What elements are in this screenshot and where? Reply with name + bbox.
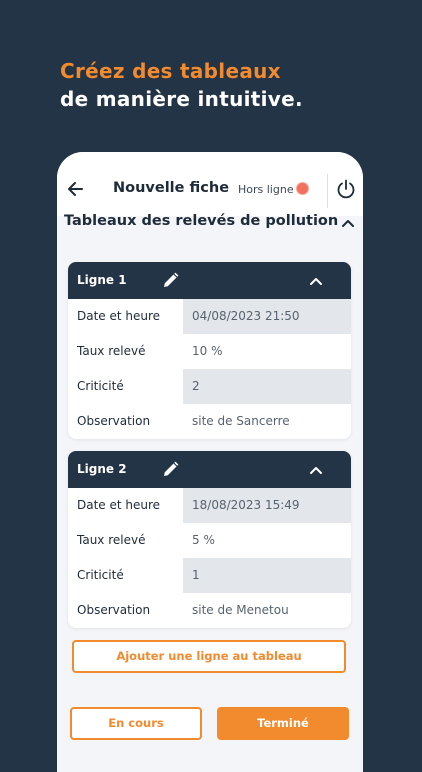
field-label: Criticité bbox=[77, 568, 124, 582]
rate-field[interactable]: 5 % bbox=[183, 523, 351, 558]
table-row: Date et heure 18/08/2023 15:49 bbox=[68, 488, 351, 523]
field-label: Criticité bbox=[77, 379, 124, 393]
table-row: Date et heure 04/08/2023 21:50 bbox=[68, 299, 351, 334]
field-label: Observation bbox=[77, 603, 151, 617]
date-time-field[interactable]: 04/08/2023 21:50 bbox=[183, 299, 351, 334]
table-row: Taux relevé 5 % bbox=[68, 523, 351, 558]
section-title: Tableaux des relevés de pollution bbox=[64, 213, 339, 229]
power-icon[interactable] bbox=[335, 178, 357, 200]
criticality-field[interactable]: 1 bbox=[183, 558, 351, 593]
table-row-card-1: Ligne 1 Date et heure 04/08/2023 21:50 T… bbox=[68, 262, 351, 439]
card-title: Ligne 1 bbox=[77, 273, 127, 287]
field-label: Taux relevé bbox=[77, 533, 146, 547]
offline-label: Hors ligne bbox=[238, 183, 294, 196]
arrow-back-icon[interactable] bbox=[65, 177, 85, 201]
page-title: Nouvelle fiche bbox=[113, 180, 230, 196]
card-header: Ligne 2 bbox=[68, 451, 351, 488]
add-row-button[interactable]: Ajouter une ligne au tableau bbox=[72, 640, 346, 673]
field-label: Date et heure bbox=[77, 498, 161, 512]
phone-screen: Nouvelle fiche Hors ligne Tableaux des r… bbox=[57, 152, 363, 772]
observation-field[interactable]: site de Sancerre bbox=[183, 404, 351, 439]
card-header: Ligne 1 bbox=[68, 262, 351, 299]
marketing-headline: Créez des tableaux de manière intuitive. bbox=[60, 57, 303, 113]
chevron-up-icon[interactable] bbox=[309, 465, 323, 475]
table-row: Criticité 1 bbox=[68, 558, 351, 593]
pencil-icon[interactable] bbox=[162, 272, 179, 289]
app-bar: Nouvelle fiche Hors ligne bbox=[57, 152, 363, 216]
field-label: Taux relevé bbox=[77, 344, 146, 358]
field-label: Date et heure bbox=[77, 309, 161, 323]
field-label: Observation bbox=[77, 414, 151, 428]
in-progress-button[interactable]: En cours bbox=[70, 707, 202, 740]
done-button[interactable]: Terminé bbox=[217, 707, 349, 740]
headline-line-2: de manière intuitive. bbox=[60, 87, 303, 111]
chevron-up-icon[interactable] bbox=[309, 276, 323, 286]
table-row: Taux relevé 10 % bbox=[68, 334, 351, 369]
table-row: Observation site de Sancerre bbox=[68, 404, 351, 439]
status-dot-icon bbox=[296, 182, 309, 195]
chevron-up-icon[interactable] bbox=[341, 218, 355, 228]
card-title: Ligne 2 bbox=[77, 462, 127, 476]
observation-field[interactable]: site de Menetou bbox=[183, 593, 351, 628]
table-row: Criticité 2 bbox=[68, 369, 351, 404]
criticality-field[interactable]: 2 bbox=[183, 369, 351, 404]
rate-field[interactable]: 10 % bbox=[183, 334, 351, 369]
table-row-card-2: Ligne 2 Date et heure 18/08/2023 15:49 T… bbox=[68, 451, 351, 628]
headline-line-1: Créez des tableaux bbox=[60, 59, 281, 83]
table-row: Observation site de Menetou bbox=[68, 593, 351, 628]
pencil-icon[interactable] bbox=[162, 461, 179, 478]
date-time-field[interactable]: 18/08/2023 15:49 bbox=[183, 488, 351, 523]
appbar-divider bbox=[327, 174, 328, 208]
